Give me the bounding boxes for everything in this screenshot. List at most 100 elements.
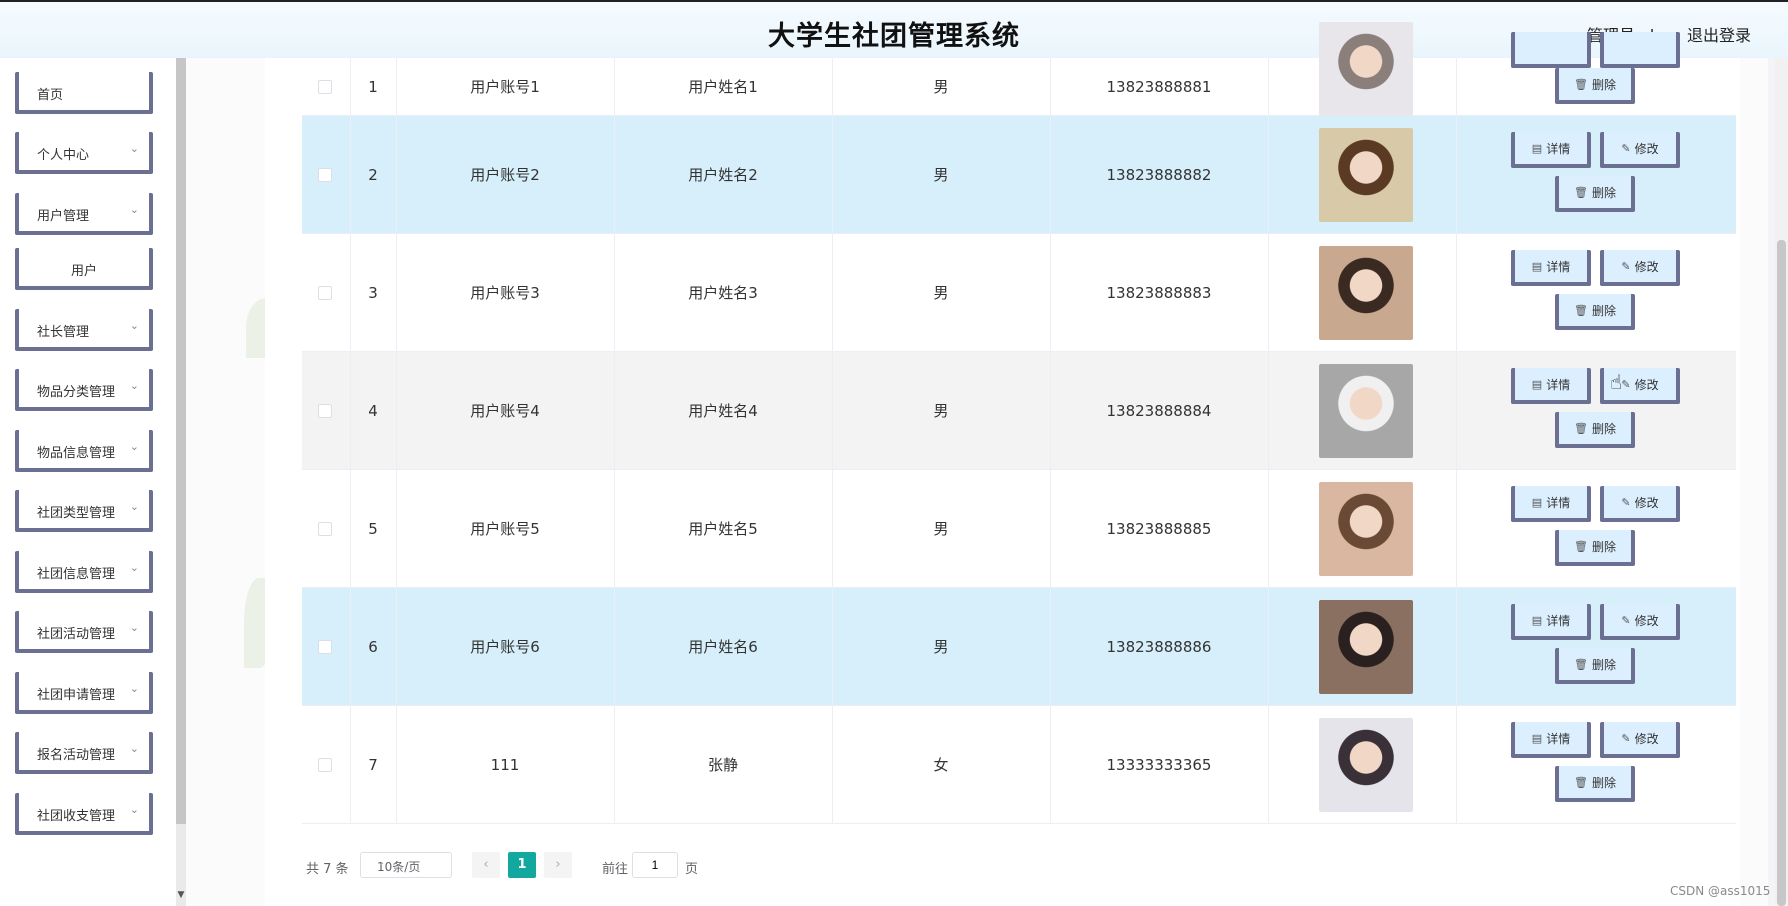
delete-button[interactable]: 🗑 删除 bbox=[1555, 530, 1635, 566]
table-row: 4 用户账号4 用户姓名4 男 13823888884 ▤ 详情 ✎ 修改 🗑 删除 bbox=[302, 352, 1736, 470]
sidebar-item[interactable]: 社长管理 ⌄ bbox=[15, 309, 153, 351]
cell-name: 用户姓名1 bbox=[688, 78, 758, 96]
cell-phone: 13823888886 bbox=[1106, 637, 1212, 656]
cell-index: 6 bbox=[368, 637, 378, 656]
table-row: 1 用户账号1 用户姓名1 男 13823888881 🗑 删除 bbox=[302, 22, 1736, 116]
column-divider bbox=[1268, 234, 1269, 351]
chevron-down-icon: ⌄ bbox=[129, 742, 139, 755]
edit-button[interactable]: ✎ 修改 bbox=[1600, 132, 1680, 168]
column-divider bbox=[1268, 588, 1269, 705]
chevron-down-icon: ⌄ bbox=[129, 203, 139, 216]
delete-button[interactable]: 🗑 删除 bbox=[1555, 412, 1635, 448]
detail-button[interactable]: ▤ 详情 bbox=[1511, 132, 1591, 168]
sidebar-item[interactable]: 个人中心 ⌄ bbox=[15, 132, 153, 174]
page-size-select[interactable]: 10条/页 ⌄ bbox=[360, 852, 452, 878]
column-divider bbox=[1268, 470, 1269, 587]
sidebar-item[interactable]: 用户 bbox=[15, 248, 153, 290]
page-scrollbar-thumb[interactable] bbox=[1777, 240, 1786, 906]
sidebar-item-label: 社团活动管理 bbox=[37, 627, 116, 642]
detail-button-label: 详情 bbox=[1546, 259, 1571, 274]
sidebar-item[interactable]: 用户管理 ⌄ bbox=[15, 193, 153, 235]
sidebar-item[interactable]: 社团收支管理 ⌄ bbox=[15, 793, 153, 835]
edit-button[interactable]: ✎ 修改 bbox=[1600, 604, 1680, 640]
detail-button[interactable]: ▤ 详情 bbox=[1511, 604, 1591, 640]
delete-button[interactable]: 🗑 删除 bbox=[1555, 176, 1635, 212]
edit-button[interactable]: ✎ 修改 bbox=[1600, 722, 1680, 758]
pencil-icon: ✎ bbox=[1621, 731, 1631, 745]
detail-button[interactable]: ▤ 详情 bbox=[1511, 368, 1591, 404]
sidebar-item[interactable]: 社团申请管理 ⌄ bbox=[15, 672, 153, 714]
chevron-down-icon: ⌄ bbox=[129, 803, 139, 816]
cell-index: 2 bbox=[368, 165, 378, 184]
cell-phone: 13823888883 bbox=[1106, 283, 1212, 302]
logout-link[interactable]: 退出登录 bbox=[1687, 22, 1751, 46]
cell-index: 3 bbox=[368, 283, 378, 302]
sidebar-item[interactable]: 社团信息管理 ⌄ bbox=[15, 551, 153, 593]
pencil-icon: ✎ bbox=[1621, 613, 1631, 627]
edit-button[interactable]: ✎ 修改 bbox=[1600, 486, 1680, 522]
sidebar-item[interactable]: 社团类型管理 ⌄ bbox=[15, 490, 153, 532]
cell-name: 用户姓名2 bbox=[688, 166, 758, 184]
sidebar-scrollbar-thumb[interactable] bbox=[176, 58, 186, 824]
detail-button-label: 详情 bbox=[1546, 141, 1571, 156]
row-checkbox[interactable] bbox=[318, 80, 332, 94]
delete-button[interactable]: 🗑 删除 bbox=[1555, 68, 1635, 104]
cell-name: 张静 bbox=[707, 756, 738, 774]
goto-page-input[interactable] bbox=[632, 852, 678, 878]
row-checkbox[interactable] bbox=[318, 286, 332, 300]
document-icon: ▤ bbox=[1531, 613, 1543, 627]
column-divider bbox=[1456, 58, 1457, 115]
row-checkbox[interactable] bbox=[318, 168, 332, 182]
sidebar-item[interactable]: 社团活动管理 ⌄ bbox=[15, 611, 153, 653]
cell-index: 5 bbox=[368, 519, 378, 538]
sidebar-item[interactable]: 物品信息管理 ⌄ bbox=[15, 430, 153, 472]
cell-phone: 13823888882 bbox=[1106, 165, 1212, 184]
cell-phone: 13823888881 bbox=[1106, 77, 1212, 96]
sidebar-item[interactable]: 报名活动管理 ⌄ bbox=[15, 732, 153, 774]
detail-button[interactable]: ▤ 详情 bbox=[1511, 722, 1591, 758]
cell-index: 1 bbox=[368, 77, 378, 96]
delete-button-label: 删除 bbox=[1591, 77, 1616, 92]
detail-button[interactable]: ▤ 详情 bbox=[1511, 250, 1591, 286]
sidebar-scroll-down-icon[interactable]: ▼ bbox=[176, 890, 186, 902]
cell-gender: 男 bbox=[933, 638, 949, 656]
delete-button[interactable]: 🗑 删除 bbox=[1555, 766, 1635, 802]
prev-page-button[interactable]: ‹ bbox=[472, 852, 500, 878]
sidebar-item-label: 物品信息管理 bbox=[37, 446, 116, 461]
edit-button[interactable]: ✎ 修改 bbox=[1600, 250, 1680, 286]
table-row: 5 用户账号5 用户姓名5 男 13823888885 ▤ 详情 ✎ 修改 🗑 删除 bbox=[302, 470, 1736, 588]
cell-phone: 13823888884 bbox=[1106, 401, 1212, 420]
page-number-current[interactable]: 1 bbox=[508, 852, 536, 878]
cell-account: 用户账号4 bbox=[470, 402, 540, 420]
delete-button-label: 删除 bbox=[1591, 303, 1616, 318]
row-action-button[interactable] bbox=[1511, 32, 1591, 68]
row-checkbox[interactable] bbox=[318, 640, 332, 654]
row-checkbox[interactable] bbox=[318, 522, 332, 536]
chevron-down-icon: ⌄ bbox=[129, 379, 139, 392]
row-action-button[interactable] bbox=[1600, 32, 1680, 68]
cell-account: 用户账号5 bbox=[470, 520, 540, 538]
delete-button[interactable]: 🗑 删除 bbox=[1555, 648, 1635, 684]
row-checkbox[interactable] bbox=[318, 758, 332, 772]
trash-icon: 🗑 bbox=[1574, 303, 1588, 317]
sidebar-item[interactable]: 物品分类管理 ⌄ bbox=[15, 369, 153, 411]
sidebar-item-label: 用户 bbox=[70, 264, 97, 279]
column-divider bbox=[1456, 116, 1457, 233]
avatar-image bbox=[1319, 128, 1413, 222]
column-divider bbox=[1456, 470, 1457, 587]
cell-index: 4 bbox=[368, 401, 378, 420]
next-page-button[interactable]: › bbox=[544, 852, 572, 878]
row-checkbox[interactable] bbox=[318, 404, 332, 418]
cell-phone: 13823888885 bbox=[1106, 519, 1212, 538]
watermark: CSDN @ass1015 bbox=[1670, 884, 1771, 898]
document-icon: ▤ bbox=[1531, 377, 1543, 391]
cell-account: 111 bbox=[490, 755, 520, 774]
cell-name: 用户姓名3 bbox=[688, 284, 758, 302]
table-row: 6 用户账号6 用户姓名6 男 13823888886 ▤ 详情 ✎ 修改 🗑 删除 bbox=[302, 588, 1736, 706]
cell-gender: 男 bbox=[933, 284, 949, 302]
detail-button[interactable]: ▤ 详情 bbox=[1511, 486, 1591, 522]
sidebar-item[interactable]: 首页 bbox=[15, 72, 153, 114]
delete-button[interactable]: 🗑 删除 bbox=[1555, 294, 1635, 330]
cell-gender: 男 bbox=[933, 520, 949, 538]
delete-button-label: 删除 bbox=[1591, 775, 1616, 790]
